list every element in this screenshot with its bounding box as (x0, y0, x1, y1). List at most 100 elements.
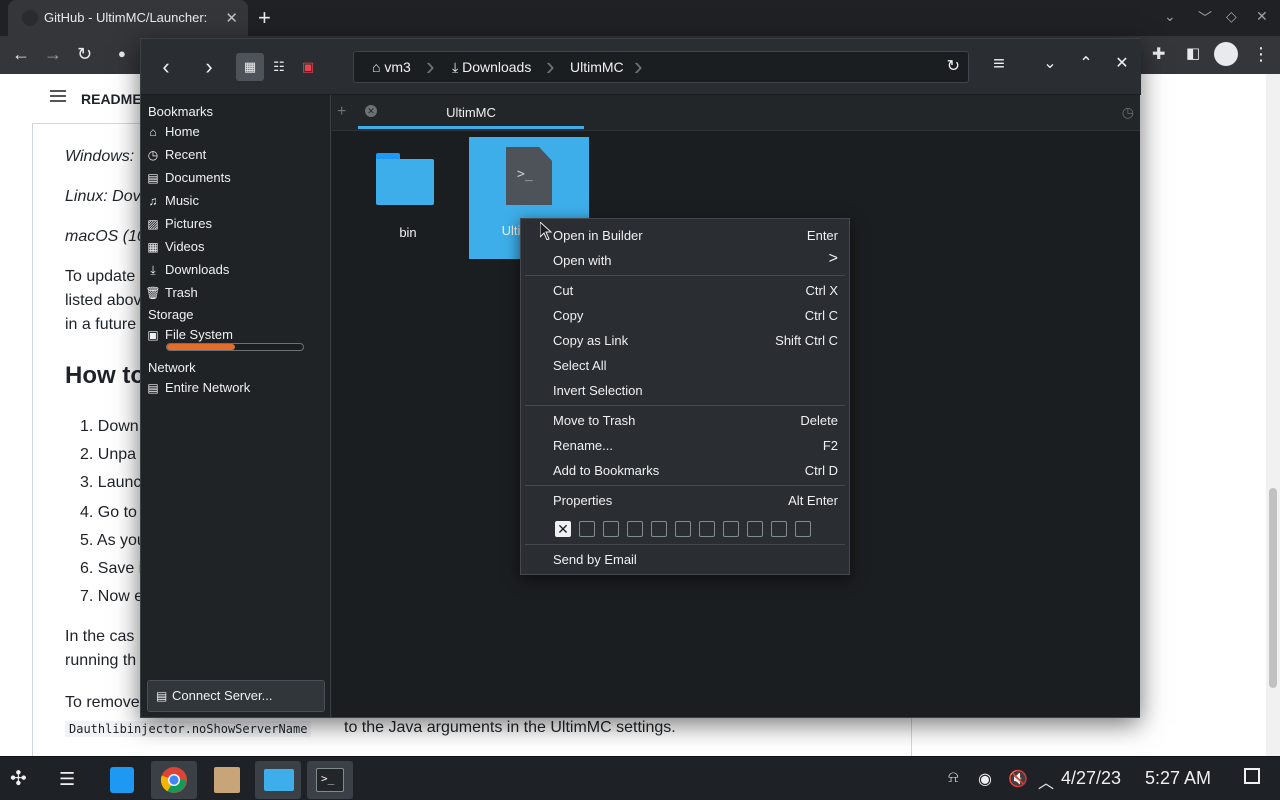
menu-item-select-all[interactable]: Select All (521, 353, 849, 378)
taskbar-ark[interactable] (203, 761, 249, 799)
taskbar-discover[interactable] (99, 761, 145, 799)
clear-tags-button[interactable]: ✕ (555, 521, 571, 537)
places-item-home[interactable]: ⌂ Home (145, 124, 327, 144)
places-label: Entire Network (165, 380, 251, 395)
menu-item-open-with[interactable]: Open with > (521, 248, 849, 273)
plus-icon[interactable]: + (337, 103, 346, 121)
menu-item-open-in-builder[interactable]: Open in Builder Enter (521, 223, 849, 248)
tab-ultimmc[interactable]: UltimMC ✕ (358, 95, 584, 131)
browser-tab[interactable]: GitHub - UltimMC/Launcher: ✕ (8, 0, 248, 36)
app-launcher-icon[interactable]: ✣ (10, 766, 27, 791)
step-item: 6. Save i (80, 560, 143, 577)
tag-checkbox[interactable] (699, 521, 715, 537)
close-window-icon[interactable]: ✕ (1256, 8, 1268, 25)
menu-item-send-by-email[interactable]: Send by Email (521, 547, 849, 572)
tag-checkbox[interactable] (651, 521, 667, 537)
taskbar-chrome[interactable] (151, 761, 197, 799)
details-view-icon[interactable]: ☷ (265, 53, 293, 81)
places-item-pictures[interactable]: ▨ Pictures (145, 216, 327, 236)
forward-icon[interactable]: › (194, 52, 224, 82)
clock-date[interactable]: 4/27/23 (1061, 768, 1121, 789)
chevron-up-icon[interactable]: ︿ (1038, 769, 1054, 793)
reload-icon[interactable]: ↻ (947, 56, 960, 76)
connect-server-button[interactable]: ▤ Connect Server... (147, 680, 325, 712)
diamond-icon[interactable]: ◇ (1226, 8, 1237, 25)
settings-sliders-icon: ☰ (59, 769, 76, 789)
places-item-entire-network[interactable]: ▤ Entire Network (145, 380, 327, 400)
menu-item-copy[interactable]: Copy Ctrl C (521, 303, 849, 328)
github-icon (22, 10, 38, 26)
tag-checkbox[interactable] (723, 521, 739, 537)
side-panel-icon[interactable]: ◧ (1186, 44, 1200, 62)
kebab-menu-icon[interactable]: ⋮ (1252, 44, 1270, 65)
icons-view-icon[interactable]: ▦ (236, 53, 264, 81)
menu-shortcut: Ctrl X (805, 283, 839, 298)
places-label: File System (165, 327, 233, 342)
reload-icon[interactable]: ↻ (77, 44, 92, 65)
tab-search-icon[interactable]: ⌄ (1164, 8, 1176, 25)
show-desktop-icon[interactable] (1244, 768, 1260, 784)
chevron-down-icon[interactable]: ⌄ (1038, 53, 1062, 73)
breadcrumb-item-ultimmc[interactable]: UltimMC (570, 52, 624, 82)
breadcrumb-label: Downloads (462, 59, 532, 75)
home-icon: ⌂ (372, 59, 385, 75)
close-icon[interactable]: ✕ (225, 9, 238, 27)
taskbar-konsole[interactable]: >_ (307, 761, 353, 799)
volume-muted-icon[interactable]: 🔇 (1008, 769, 1028, 789)
history-icon[interactable]: ◷ (1122, 104, 1134, 121)
menu-item-move-to-trash[interactable]: Move to Trash Delete (521, 408, 849, 433)
places-item-downloads[interactable]: ⤓ Downloads (145, 262, 327, 282)
code-snippet: Dauthlibinjector.noShowServerName (65, 721, 312, 737)
case-text-1: In the cas (65, 628, 135, 645)
home-icon: ⌂ (149, 125, 157, 139)
places-item-trash[interactable]: 🗑 Trash (145, 285, 327, 305)
lock-icon[interactable]: ● (118, 46, 126, 61)
page-scrollbar[interactable] (1266, 74, 1280, 756)
places-item-videos[interactable]: ▦ Videos (145, 239, 327, 259)
places-item-recent[interactable]: ◷ Recent (145, 147, 327, 167)
extensions-icon[interactable]: ✚ (1152, 44, 1165, 64)
places-item-music[interactable]: ♫ Music (145, 193, 327, 213)
list-icon[interactable] (50, 90, 66, 102)
network-status-icon[interactable]: ◉ (978, 769, 992, 789)
chevron-down-icon[interactable]: ﹀ (1198, 8, 1212, 28)
file-item-bin[interactable]: bin (348, 139, 468, 261)
step-item: 1. Down (80, 418, 139, 435)
menu-item-add-to-bookmarks[interactable]: Add to Bookmarks Ctrl D (521, 458, 849, 483)
places-label: Videos (165, 239, 205, 254)
menu-item-rename[interactable]: Rename... F2 (521, 433, 849, 458)
tag-checkbox[interactable] (603, 521, 619, 537)
notifications-icon[interactable]: ⍾ (948, 769, 959, 787)
tag-checkbox[interactable] (675, 521, 691, 537)
close-icon[interactable]: ✕ (1110, 53, 1134, 73)
chevron-up-icon[interactable]: ⌃ (1074, 53, 1098, 73)
back-icon[interactable]: ‹ (151, 52, 181, 82)
archive-box-icon (214, 767, 240, 793)
profile-avatar-icon[interactable] (1214, 42, 1238, 66)
taskbar-dolphin[interactable] (255, 761, 301, 799)
tag-checkbox[interactable] (771, 521, 787, 537)
folder-icon (376, 153, 434, 205)
clock-time[interactable]: 5:27 AM (1145, 768, 1211, 789)
close-tab-icon[interactable]: ✕ (365, 105, 377, 117)
tag-checkbox[interactable] (579, 521, 595, 537)
breadcrumb-item-vm3[interactable]: ⌂ vm3 (372, 52, 411, 82)
menu-item-copy-as-link[interactable]: Copy as Link Shift Ctrl C (521, 328, 849, 353)
places-item-documents[interactable]: ▤ Documents (145, 170, 327, 190)
tag-checkbox[interactable] (747, 521, 763, 537)
hamburger-menu-icon[interactable]: ≡ (987, 53, 1011, 76)
split-view-icon[interactable]: ▣ (294, 53, 322, 81)
breadcrumb-item-downloads[interactable]: ⤓ Downloads (452, 52, 531, 82)
back-arrow-icon[interactable]: ← (12, 44, 30, 65)
taskbar-system-settings[interactable]: ☰ (47, 761, 93, 799)
menu-item-properties[interactable]: Properties Alt Enter (521, 488, 849, 513)
scrollbar-thumb[interactable] (1269, 488, 1277, 688)
new-tab-button[interactable]: + (258, 5, 271, 31)
menu-item-invert-selection[interactable]: Invert Selection (521, 378, 849, 403)
menu-item-cut[interactable]: Cut Ctrl X (521, 278, 849, 303)
tag-checkbox[interactable] (795, 521, 811, 537)
menu-label: Add to Bookmarks (553, 463, 660, 478)
forward-arrow-icon[interactable]: → (44, 44, 62, 65)
tag-checkbox[interactable] (627, 521, 643, 537)
menu-label: Open with (553, 253, 612, 268)
